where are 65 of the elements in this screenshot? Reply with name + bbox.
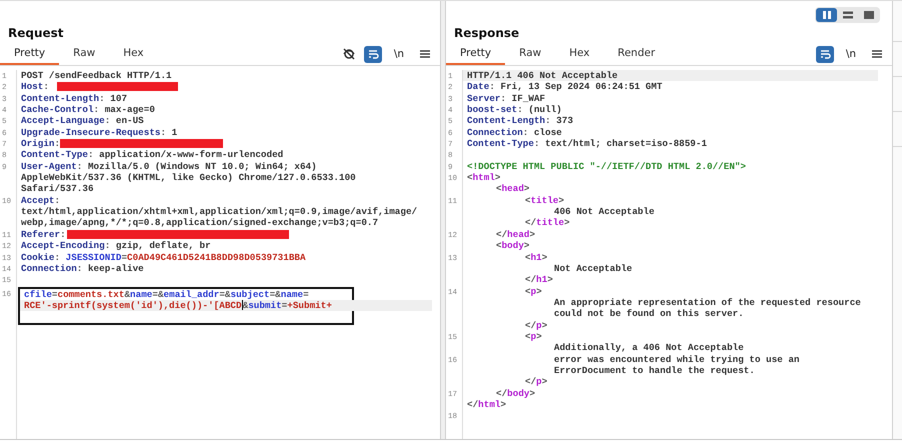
code-line: Connection: keep-alive [21,262,144,274]
code-line: Accept: [21,194,60,206]
code-line: <head> [496,183,530,194]
code-line: 406 Not Acceptable [554,206,654,218]
tab[interactable]: Pretty [446,43,506,65]
tab[interactable]: Pretty [0,43,60,65]
code-line: </p> [525,376,548,388]
code-line: Date: Fri, 13 Sep 2024 06:24:51 GMT [467,81,662,92]
tab[interactable]: Raw [59,43,110,65]
code-line: AppleWebKit/537.36 (KHTML, like Gecko) Chrome/127.0.6533.100 [21,172,356,184]
code-line: <!DOCTYPE HTML PUBLIC "-//IETF//DTD HTML 2.0//EN"> [467,160,746,172]
code-line: Not Acceptable [554,262,632,274]
code-line: Upgrade-Insecure-Requests: 1 [21,126,178,138]
newline-toggle[interactable]: \n [388,46,410,62]
wrap-lines-icon[interactable] [364,46,382,62]
code-line: cfile=comments.txt&name=&email_addr=&subject=&name= [24,288,309,300]
code-line: Content-Length: 107 [21,92,128,104]
code-line: <body> [496,240,530,252]
tab[interactable]: Render [604,43,670,65]
code-line: Host: [21,81,178,92]
tab[interactable]: Hex [109,43,158,65]
code-line: </body> [496,388,536,399]
code-line: could not be found on this server. [554,308,744,320]
wrap-lines-icon[interactable] [816,46,834,62]
code-line: <title> [525,194,564,206]
code-line: </h1> [525,274,553,286]
code-line: Content-Type: application/x-www-form-urlencoded [21,149,284,160]
newline-toggle[interactable]: \n [840,46,862,62]
code-line: Content-Length: 373 [467,115,574,126]
tab[interactable]: Hex [555,43,604,65]
code-line: Origin: [21,138,224,150]
code-line: <h1> [525,252,548,262]
code-line: Content-Type: text/html; charset=iso-8859-1 [467,138,707,150]
code-line: <html> [467,172,501,184]
code-line: Connection: close [467,126,562,138]
code-line: HTTP/1.1 406 Not Acceptable [467,70,618,81]
code-line: </title> [525,217,570,228]
code-line: Cookie: JSESSIONID=C0AD49C461D5241B8DD98D0539731BBA [21,252,306,262]
code-line: <p> [525,330,542,342]
panel-title: Response [453,25,520,42]
tab[interactable]: Raw [505,43,556,65]
code-line: ErrorDocument to handle the request. [554,364,755,376]
code-line: Cache-Control: max-age=0 [21,104,155,116]
code-line: </p> [525,320,548,331]
panel-title: Request [7,25,65,42]
code-line: </head> [496,228,536,240]
code-line: Server: IF_WAF [467,92,546,104]
code-line: POST /sendFeedback HTTP/1.1 [21,70,172,81]
code-line: An appropriate representation of the requested resource [554,296,861,308]
code-line: <p> [525,286,542,297]
code-line: Safari/537.36 [21,183,94,194]
code-line: boost-set: (null) [467,104,562,116]
code-line: text/html,application/xhtml+xml,application/xml;q=0.9,image/avif,image/ [21,206,418,218]
single-layout-icon [862,9,874,21]
code-line: </html> [467,398,506,410]
columns-layout-icon [820,9,832,21]
code-line: webp,image/apng,*/*;q=0.8,application/signed-exchange;v=b3;q=0.7 [21,217,378,228]
code-line: Additionally, a 406 Not Acceptable [554,342,744,354]
code-line: User-Agent: Mozilla/5.0 (Windows NT 10.0; Win64; x64) [21,160,317,172]
code-line: Referer: [21,228,290,240]
rows-layout-icon [842,9,854,21]
code-line: Accept-Language: en-US [21,115,144,126]
code-line: error was encountered while trying to use an [554,354,800,365]
code-line: Accept-Encoding: gzip, deflate, br [21,240,211,252]
layout-columns-button[interactable] [816,8,837,22]
